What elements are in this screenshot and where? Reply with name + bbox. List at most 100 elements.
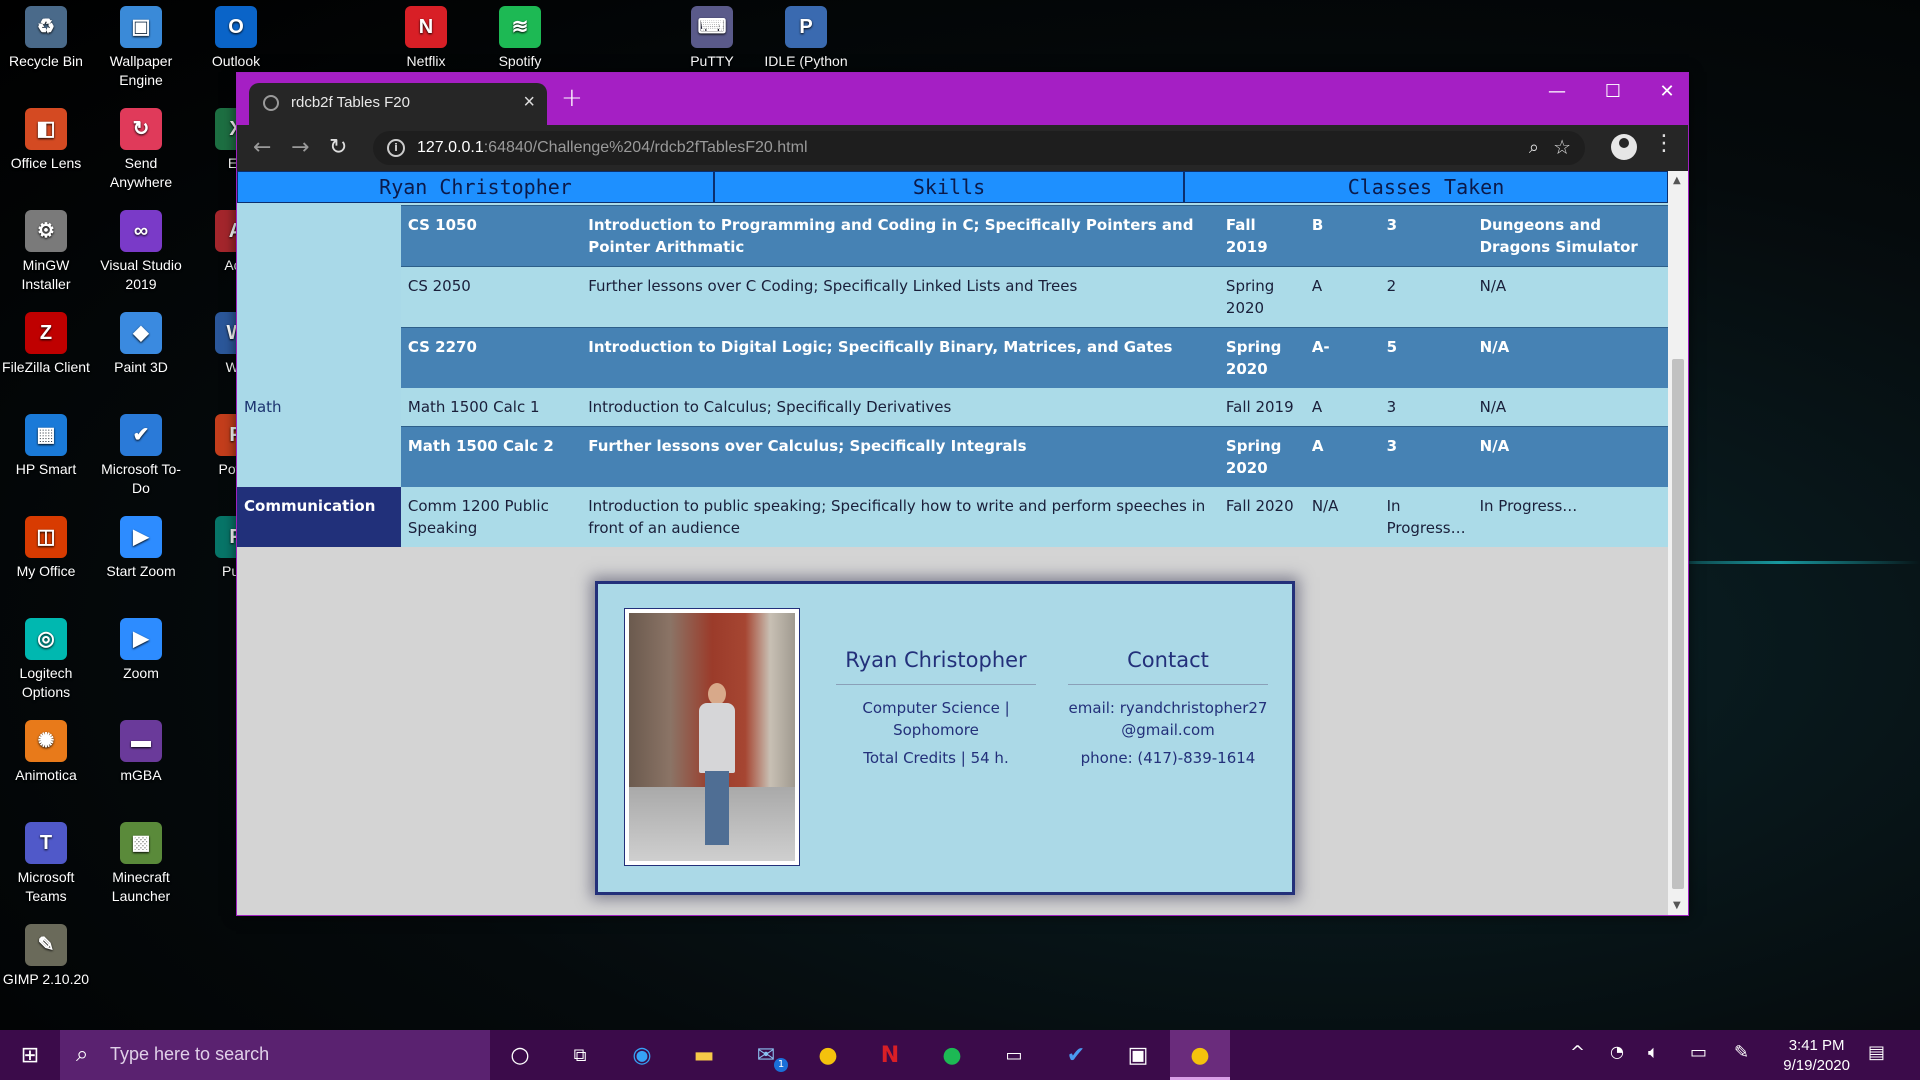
recycle-bin-icon: ♻ bbox=[25, 6, 67, 48]
todo-icon[interactable]: ✔ bbox=[1046, 1030, 1106, 1080]
desktop-icon[interactable]: ✺ Animotica bbox=[0, 716, 92, 785]
address-bar[interactable]: i 127.0.0.1:64840/Challenge%204/rdcb2fTa… bbox=[373, 131, 1585, 165]
term-cell: Fall 2020 bbox=[1218, 487, 1305, 547]
project-cell: N/A bbox=[1472, 426, 1668, 487]
desktop-icon[interactable]: N Netflix bbox=[380, 2, 472, 71]
term-cell: Fall 2019 bbox=[1218, 205, 1305, 267]
account-avatar-icon[interactable] bbox=[1611, 134, 1637, 160]
tab-close-icon[interactable]: × bbox=[523, 91, 535, 114]
credits-cell: 3 bbox=[1379, 426, 1473, 487]
desktop-icon[interactable]: ◧ Office Lens bbox=[0, 104, 92, 173]
desktop-icon[interactable]: ◫ My Office bbox=[0, 512, 92, 581]
desktop-icon-label: Wallpaper Engine bbox=[109, 53, 173, 88]
desktop-icon[interactable]: ◎ Logitech Options bbox=[0, 614, 92, 702]
terminal-icon[interactable]: ▭ bbox=[984, 1030, 1044, 1080]
more-menu-icon[interactable]: ⋮ bbox=[1653, 133, 1675, 155]
desktop-icon[interactable]: ✎ GIMP 2.10.20 bbox=[0, 920, 92, 989]
volume-icon[interactable]: 🔈︎ bbox=[1648, 1042, 1659, 1063]
taskbar: ⊞ ⌕ Type here to search ○ ⧉ ◉ ▬ ✉ 1 ● N … bbox=[0, 1030, 1920, 1080]
desktop-icon-label: Animotica bbox=[15, 767, 77, 783]
mingw-icon: ⚙ bbox=[25, 210, 67, 252]
photo-person bbox=[699, 683, 735, 853]
desktop-icon[interactable]: P IDLE (Python bbox=[760, 2, 852, 71]
new-tab-button[interactable]: + bbox=[561, 83, 583, 113]
close-window-button[interactable]: ✕ bbox=[1647, 81, 1687, 102]
taskbar-clock[interactable]: 3:41 PM 9/19/2020 bbox=[1783, 1036, 1850, 1076]
minimize-button[interactable]: — bbox=[1537, 81, 1577, 102]
grade-cell: N/A bbox=[1304, 487, 1380, 547]
url-text: 127.0.0.1:64840/Challenge%204/rdcb2fTabl… bbox=[417, 139, 808, 157]
desktop-icon[interactable]: ▬ mGBA bbox=[95, 716, 187, 785]
url-path: :64840/Challenge%204/rdcb2fTablesF20.htm… bbox=[483, 139, 808, 156]
header-classes-taken: Classes Taken bbox=[1184, 171, 1668, 203]
file-explorer-icon[interactable]: ▬ bbox=[674, 1030, 734, 1080]
desktop-icon[interactable]: ♻ Recycle Bin bbox=[0, 2, 92, 71]
chrome-icon[interactable]: ● bbox=[1170, 1030, 1230, 1080]
scroll-down-arrow-icon[interactable]: ▼ bbox=[1673, 900, 1681, 911]
course-cell: Math 1500 Calc 2 bbox=[400, 426, 582, 487]
project-cell: N/A bbox=[1472, 327, 1668, 388]
zoom-icon[interactable]: ⌕ bbox=[1529, 137, 1539, 158]
photo-head bbox=[708, 683, 726, 705]
site-info-icon[interactable]: i bbox=[387, 139, 405, 157]
desktop-icon[interactable]: ▦ HP Smart bbox=[0, 410, 92, 479]
chrome-icon[interactable]: ● bbox=[798, 1030, 858, 1080]
edge-icon[interactable]: ◉ bbox=[612, 1030, 672, 1080]
show-hidden-icons-icon[interactable]: ^ bbox=[1570, 1042, 1585, 1063]
profile-image bbox=[629, 613, 795, 861]
desktop-icon[interactable]: ▶ Start Zoom bbox=[95, 512, 187, 581]
desktop-icon[interactable]: ◆ Paint 3D bbox=[95, 308, 187, 377]
table-row: CS 2270 Introduction to Digital Logic; Sp… bbox=[237, 327, 1668, 388]
todo-icon: ✔ bbox=[120, 414, 162, 456]
desktop-icon[interactable]: ✔ Microsoft To-Do bbox=[95, 410, 187, 498]
page-scrollbar[interactable]: ▲ ▼ bbox=[1668, 171, 1688, 915]
notifications-icon[interactable]: ▤ bbox=[1868, 1042, 1885, 1063]
cortana-icon[interactable]: ○ bbox=[490, 1030, 550, 1080]
start-windows-icon[interactable]: ⊞ bbox=[0, 1030, 60, 1080]
teams-icon: T bbox=[25, 822, 67, 864]
desktop-icon-label: MinGW Installer bbox=[21, 257, 71, 292]
desktop-icon[interactable]: Z FileZilla Client bbox=[0, 308, 92, 377]
pen-icon[interactable]: ✎ bbox=[1734, 1042, 1749, 1063]
desktop-icon-label: HP Smart bbox=[15, 461, 77, 477]
desktop-icon[interactable]: ⚙ MinGW Installer bbox=[0, 206, 92, 294]
desktop-icon[interactable]: ▶ Zoom bbox=[95, 614, 187, 683]
desktop-icon[interactable]: T Microsoft Teams bbox=[0, 818, 92, 906]
credits-cell: 3 bbox=[1379, 388, 1473, 427]
back-arrow-icon[interactable]: ← bbox=[253, 135, 271, 160]
desktop-icon[interactable]: ↻ Send Anywhere bbox=[95, 104, 187, 192]
credits-cell: In Progress… bbox=[1379, 487, 1473, 547]
office-lens-icon: ◧ bbox=[25, 108, 67, 150]
bookmark-star-icon[interactable]: ☆ bbox=[1553, 135, 1571, 159]
desktop-icon[interactable]: ▩ Minecraft Launcher bbox=[95, 818, 187, 906]
scrollbar-thumb[interactable] bbox=[1672, 359, 1684, 889]
app-icon[interactable]: ▣ bbox=[1108, 1030, 1168, 1080]
desktop-icon[interactable]: ⌨ PuTTY bbox=[666, 2, 758, 71]
netflix-icon: N bbox=[405, 6, 447, 48]
reload-icon[interactable]: ↻ bbox=[329, 135, 347, 160]
table-row: CS 1050 Introduction to Programming and C… bbox=[237, 205, 1668, 267]
desktop-icon-label: Start Zoom bbox=[106, 563, 176, 579]
contact-email[interactable]: email: ryandchristopher27@gmail.com bbox=[1068, 697, 1268, 741]
desktop-icon-label: Outlook bbox=[211, 53, 261, 69]
scroll-up-arrow-icon[interactable]: ▲ bbox=[1673, 175, 1681, 186]
network-icon[interactable]: ◔ bbox=[1610, 1042, 1624, 1061]
minecraft-icon: ▩ bbox=[120, 822, 162, 864]
battery-icon[interactable]: ▭ bbox=[1690, 1042, 1707, 1063]
taskbar-search[interactable]: ⌕ Type here to search bbox=[60, 1030, 490, 1080]
desktop-icon[interactable]: ▣ Wallpaper Engine bbox=[95, 2, 187, 90]
project-cell: In Progress… bbox=[1472, 487, 1668, 547]
spotify-icon[interactable]: ● bbox=[922, 1030, 982, 1080]
desktop-icon[interactable]: ∞ Visual Studio 2019 bbox=[95, 206, 187, 294]
mail-icon[interactable]: ✉ bbox=[736, 1030, 796, 1080]
browser-tab[interactable]: rdcb2f Tables F20 × bbox=[249, 83, 547, 125]
desktop-icon[interactable]: ≋ Spotify bbox=[474, 2, 566, 71]
task-view-icon[interactable]: ⧉ bbox=[550, 1030, 610, 1080]
desktop-icon[interactable]: O Outlook bbox=[190, 2, 282, 71]
maximize-button[interactable]: ☐ bbox=[1593, 81, 1633, 102]
desktop-icon-label: Logitech Options bbox=[19, 665, 73, 700]
forward-arrow-icon[interactable]: → bbox=[291, 135, 309, 160]
search-icon: ⌕ bbox=[76, 1042, 89, 1067]
spotify-icon: ≋ bbox=[499, 6, 541, 48]
netflix-icon[interactable]: N bbox=[860, 1030, 920, 1080]
